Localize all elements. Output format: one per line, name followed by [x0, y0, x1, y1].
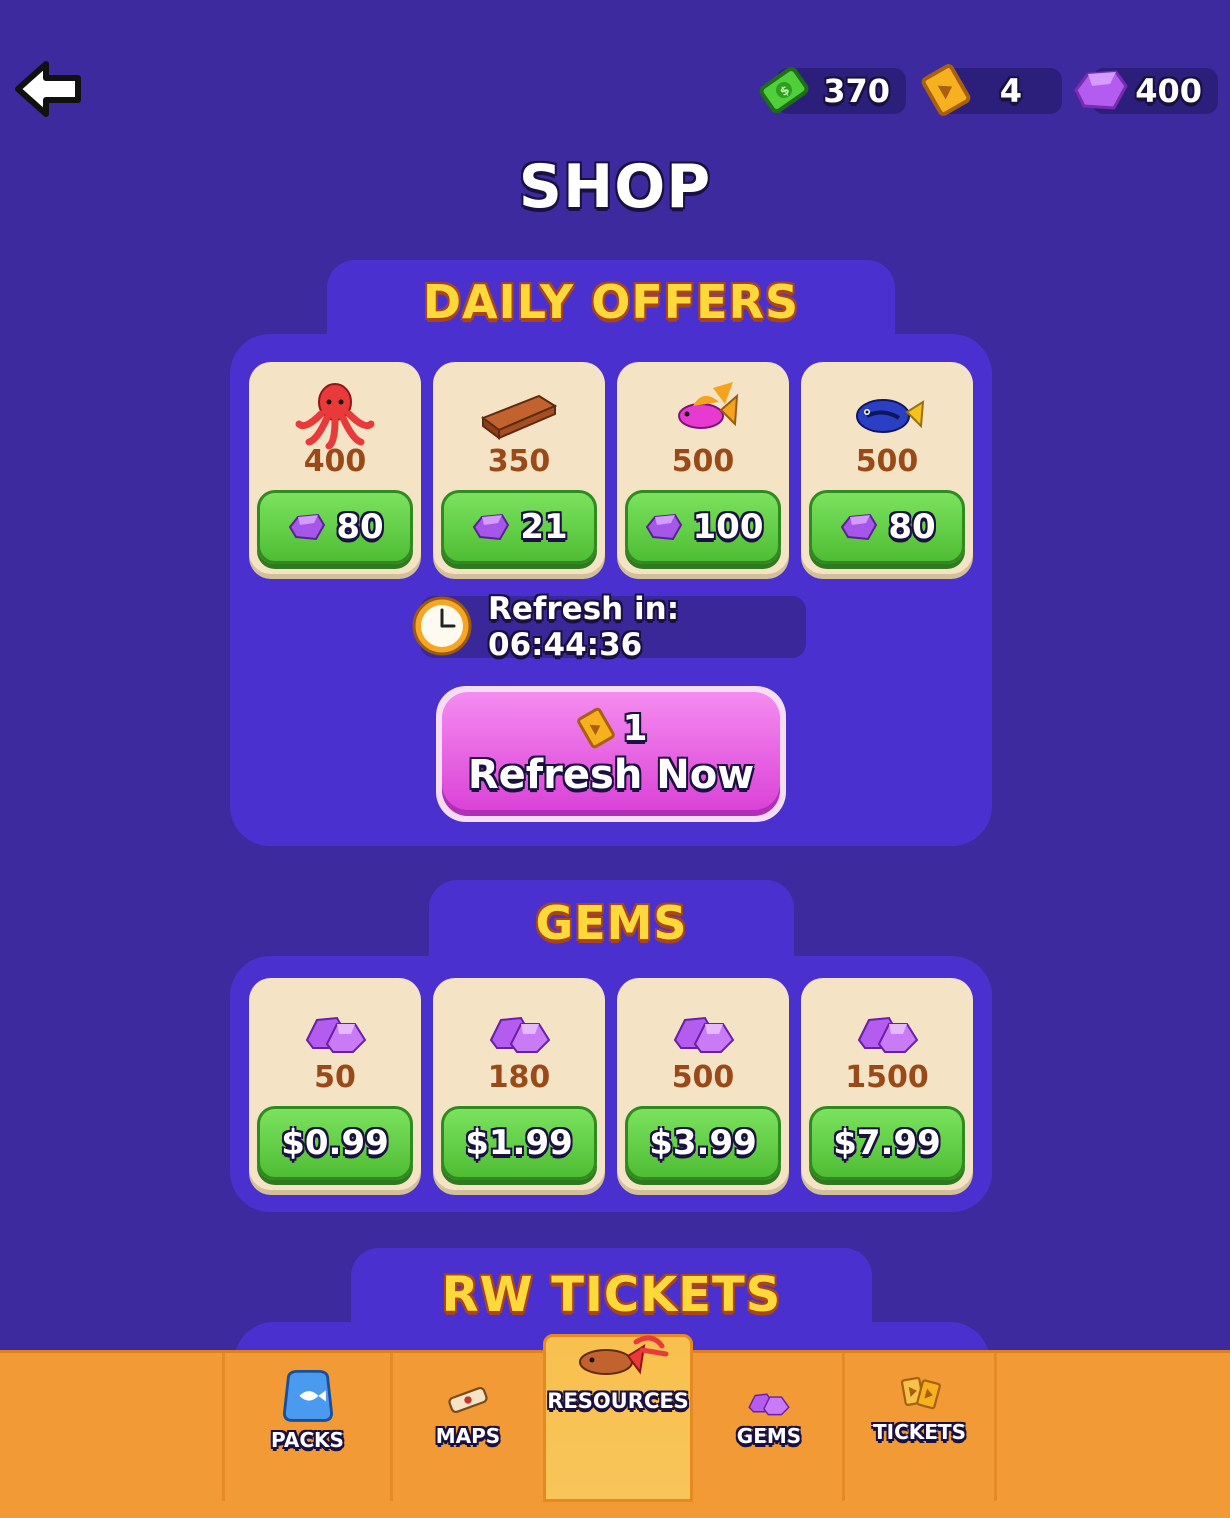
gem-icon	[473, 513, 510, 541]
wood-plank-icon	[480, 394, 558, 440]
gem-card-50: 50 $0.99	[249, 978, 421, 1190]
offer-quantity: 350	[487, 444, 551, 479]
offer-quantity: 400	[303, 444, 367, 479]
daily-offers-title: DAILY OFFERS	[422, 275, 800, 329]
pink-fish-icon	[678, 382, 739, 429]
gem-price: $7.99	[833, 1123, 941, 1163]
gem-quantity: 500	[671, 1060, 735, 1095]
offer-card-octopus: 400 80	[249, 362, 421, 574]
offer-card-blue-fish: 500 80	[801, 362, 973, 574]
gem-counter: 400	[1074, 68, 1218, 114]
offer-price: 21	[520, 507, 568, 547]
cash-icon: $	[759, 67, 809, 113]
fish-bag-icon	[282, 1369, 333, 1422]
buy-gems-50-button[interactable]: $0.99	[257, 1106, 413, 1180]
gem-icon	[289, 513, 326, 541]
gem-quantity: 50	[314, 1060, 356, 1095]
gems-title: GEMS	[535, 896, 688, 950]
nav-resources[interactable]: RESOURCES	[543, 1334, 693, 1502]
gem-quantity: 1500	[845, 1060, 929, 1095]
buy-blue-fish-button[interactable]: 80	[809, 490, 965, 564]
gem-pile-icon	[673, 1016, 735, 1053]
nav-label: PACKS	[271, 1428, 344, 1452]
nav-label: GEMS	[736, 1424, 802, 1448]
page-title: SHOP	[518, 152, 712, 222]
buy-gems-1500-button[interactable]: $7.99	[809, 1106, 965, 1180]
daily-offers-header: DAILY OFFERS	[327, 260, 895, 344]
nav-packs[interactable]: PACKS	[225, 1350, 390, 1518]
gem-pile-icon	[305, 1016, 367, 1053]
gem-card-500: 500 $3.99	[617, 978, 789, 1190]
ticket-icon	[577, 707, 616, 749]
resources-icon	[579, 1335, 669, 1375]
cash-amount: 370	[823, 72, 890, 110]
scroll-map-icon	[448, 1386, 488, 1414]
tickets-icon	[900, 1376, 941, 1410]
gem-icon	[841, 513, 878, 541]
ticket-icon	[921, 64, 971, 116]
cash-counter: $ 370	[759, 67, 906, 114]
nav-label: MAPS	[435, 1424, 501, 1448]
nav-gems[interactable]: GEMS	[696, 1350, 842, 1518]
gem-icon	[1074, 70, 1128, 110]
refresh-now-button[interactable]: 1 Refresh Now	[436, 686, 786, 822]
refresh-timer-text: Refresh in: 06:44:36	[488, 591, 680, 663]
nav-label: RESOURCES	[547, 1389, 689, 1413]
refresh-cost-amount: 1	[622, 707, 648, 749]
gem-price: $0.99	[281, 1123, 389, 1163]
buy-gems-180-button[interactable]: $1.99	[441, 1106, 597, 1180]
buy-gems-500-button[interactable]: $3.99	[625, 1106, 781, 1180]
buy-wood-button[interactable]: 21	[441, 490, 597, 564]
gems-icon	[748, 1393, 790, 1416]
back-button[interactable]	[14, 58, 84, 120]
offer-card-pink-fish: 500 100	[617, 362, 789, 574]
back-arrow-icon	[15, 61, 81, 117]
offer-card-wood: 350 21	[433, 362, 605, 574]
gem-pile-icon	[489, 1016, 551, 1053]
offer-price: 80	[888, 507, 936, 547]
nav-maps[interactable]: MAPS	[393, 1350, 543, 1518]
offer-price: 100	[692, 507, 764, 547]
blue-tang-fish-icon	[856, 399, 925, 433]
gem-quantity: 180	[487, 1060, 551, 1095]
buy-pink-fish-button[interactable]: 100	[625, 490, 781, 564]
clock-icon	[412, 596, 472, 656]
refresh-now-label: Refresh Now	[467, 752, 755, 798]
offer-price: 80	[336, 507, 384, 547]
nav-tickets[interactable]: TICKETS	[845, 1350, 994, 1518]
nav-label: TICKETS	[873, 1420, 966, 1444]
octopus-icon	[295, 383, 375, 450]
gem-icon	[645, 513, 682, 541]
gem-card-180: 180 $1.99	[433, 978, 605, 1190]
gems-header: GEMS	[429, 880, 794, 966]
rw-tickets-title: RW TICKETS	[441, 1267, 782, 1323]
refresh-cost: 1	[442, 706, 780, 750]
gem-price: $1.99	[465, 1123, 573, 1163]
gem-pile-icon	[857, 1016, 919, 1053]
gem-price: $3.99	[649, 1123, 757, 1163]
offer-quantity: 500	[671, 444, 735, 479]
gem-amount: 400	[1135, 72, 1202, 110]
refresh-timer: Refresh in: 06:44:36	[412, 591, 806, 663]
ticket-counter: 4	[921, 64, 1062, 116]
gem-card-1500: 1500 $7.99	[801, 978, 973, 1190]
offer-quantity: 500	[855, 444, 919, 479]
ticket-amount: 4	[999, 72, 1022, 110]
buy-octopus-button[interactable]: 80	[257, 490, 413, 564]
